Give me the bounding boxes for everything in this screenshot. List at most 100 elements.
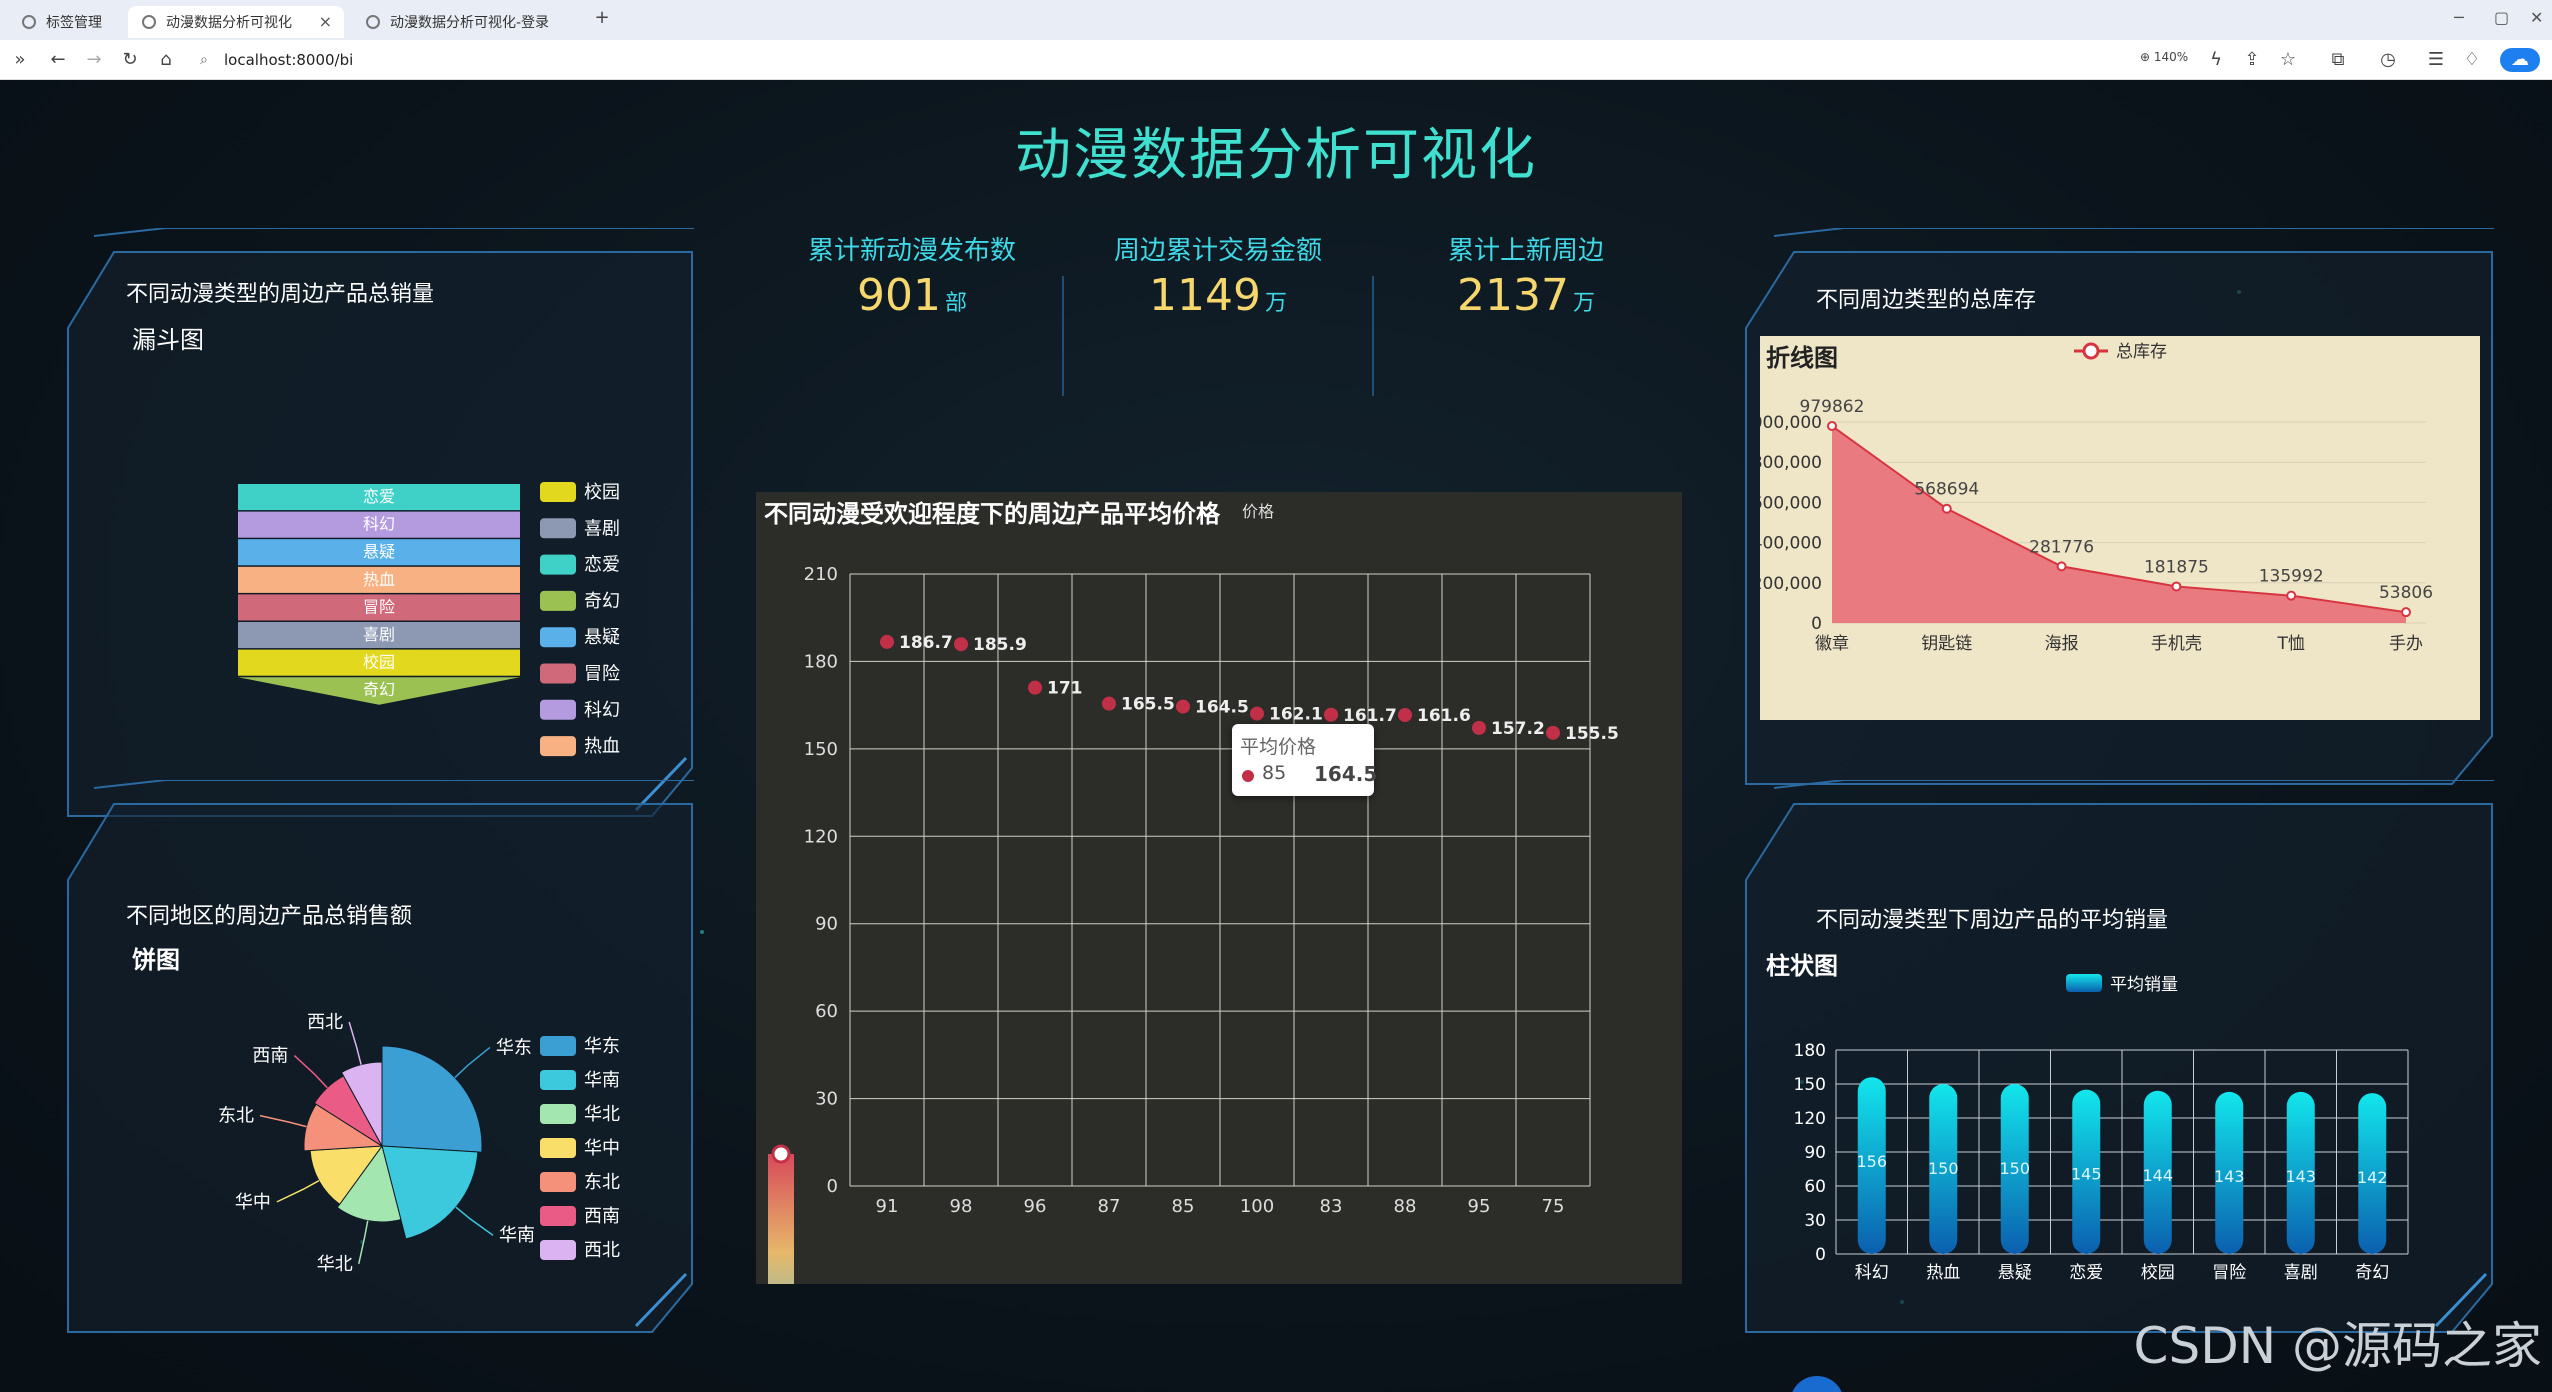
legend-swatch bbox=[2066, 974, 2102, 992]
pie-label: 华东 bbox=[496, 1037, 532, 1058]
cloud-icon[interactable]: ☁ bbox=[2500, 48, 2540, 72]
data-label: 145 bbox=[2071, 1165, 2102, 1184]
reload-button[interactable]: ↻ bbox=[118, 48, 142, 72]
scatter-point bbox=[1102, 696, 1116, 711]
data-label: 53806 bbox=[2379, 583, 2433, 603]
kpi-value: 2137 万 bbox=[1376, 270, 1676, 321]
legend-swatch bbox=[540, 1036, 576, 1056]
home-button[interactable]: ⌂ bbox=[154, 48, 178, 72]
legend-swatch bbox=[540, 699, 576, 720]
data-label: 164.5 bbox=[1195, 698, 1249, 718]
dashboard: 动漫数据分析可视化 累计新动漫发布数 901 部 周边累计交易金额 1149 万 累… bbox=[0, 80, 2552, 1392]
line-chart: 0200,000400,000600,000800,000000,0009798… bbox=[1760, 342, 2433, 654]
pie-leader-line bbox=[454, 1046, 491, 1079]
funnel-label: 恋爱 bbox=[363, 487, 395, 506]
legend-swatch bbox=[540, 1104, 576, 1124]
minimize-button[interactable]: ─ bbox=[2454, 8, 2464, 27]
sidebar-toggle-icon[interactable]: » bbox=[8, 48, 32, 72]
page-title: 动漫数据分析可视化 bbox=[1015, 123, 1537, 188]
y-tick-label: 60 bbox=[1804, 1177, 1826, 1197]
menu-icon[interactable]: ☰ bbox=[2424, 48, 2448, 72]
history-icon[interactable]: ◷ bbox=[2376, 48, 2400, 72]
tooltip: 平均价格 85 164.5 bbox=[1232, 724, 1377, 796]
legend-label: 校园 bbox=[584, 482, 620, 503]
y-tick-label: 30 bbox=[815, 1089, 838, 1110]
line-point bbox=[2171, 581, 2182, 592]
x-tick-label: 校园 bbox=[2141, 1263, 2175, 1283]
kpi-unit: 万 bbox=[1572, 291, 1595, 316]
legend-label: 悬疑 bbox=[584, 627, 620, 648]
funnel-label: 喜剧 bbox=[363, 625, 395, 644]
floating-button[interactable] bbox=[1790, 1376, 1844, 1392]
pie-chart: 华东华南华北华中东北西南西北华东华南华北华中东北西南西北 bbox=[218, 1012, 620, 1275]
legend-swatch bbox=[540, 1138, 576, 1158]
back-button[interactable]: ← bbox=[46, 48, 70, 72]
star-dot bbox=[700, 930, 704, 934]
data-label: 143 bbox=[2214, 1167, 2245, 1186]
data-label: 568694 bbox=[1914, 480, 1979, 500]
share-icon[interactable]: ⇪ bbox=[2240, 48, 2264, 72]
address-bar[interactable]: ⌕ localhost:8000/bi bbox=[190, 46, 2090, 74]
legend-marker bbox=[2082, 342, 2100, 360]
new-tab-button[interactable]: + bbox=[590, 6, 614, 30]
scatter-point bbox=[1176, 699, 1190, 714]
zoom-level: 140% bbox=[2153, 50, 2189, 64]
legend-swatch bbox=[540, 1206, 576, 1226]
legend-swatch bbox=[540, 590, 576, 611]
line-point bbox=[2286, 590, 2297, 601]
data-label: 979862 bbox=[1800, 397, 1865, 417]
pie-leader-line bbox=[293, 1055, 328, 1089]
legend-label: 华中 bbox=[584, 1138, 620, 1159]
tab-login[interactable]: 动漫数据分析可视化-登录 bbox=[352, 6, 568, 38]
forward-button[interactable]: → bbox=[82, 48, 106, 72]
scatter-chart: 0 30 60 90 120 150 180 210 91 186.7 98 185.9 96 171 87… bbox=[768, 564, 1619, 1284]
x-tick-label: 75 bbox=[1542, 1196, 1565, 1217]
pie-slice bbox=[381, 1045, 483, 1153]
zoom-indicator[interactable]: ⊕ 140% bbox=[2140, 50, 2188, 64]
kpi-unit: 部 bbox=[944, 291, 967, 316]
x-tick-label: 悬疑 bbox=[1998, 1263, 2032, 1283]
scatter-point bbox=[1398, 708, 1412, 723]
tooltip-title: 平均价格 bbox=[1240, 736, 1317, 758]
legend-label: 华南 bbox=[584, 1070, 620, 1091]
legend-swatch bbox=[540, 518, 576, 539]
area-fill bbox=[1832, 426, 2406, 623]
line-point bbox=[2401, 607, 2411, 618]
pie-slice bbox=[381, 1145, 479, 1240]
legend-swatch bbox=[540, 482, 576, 502]
x-tick-label: 冒险 bbox=[2212, 1263, 2246, 1283]
legend-label: 西北 bbox=[584, 1240, 620, 1261]
scatter-point bbox=[1472, 720, 1486, 735]
close-icon[interactable]: × bbox=[319, 12, 332, 31]
y-tick-label: 180 bbox=[1794, 1041, 1826, 1061]
y-tick-label: 150 bbox=[1794, 1075, 1826, 1095]
bookmark-icon bbox=[22, 15, 36, 29]
bell-icon[interactable]: ♢ bbox=[2460, 48, 2484, 72]
bolt-icon[interactable]: ϟ bbox=[2204, 48, 2228, 72]
kpi-number: 901 bbox=[857, 270, 941, 321]
visual-map-slider bbox=[768, 1154, 794, 1284]
legend-label: 恋爱 bbox=[584, 554, 620, 576]
x-tick-label: 手机壳 bbox=[2151, 634, 2202, 654]
legend-swatch bbox=[540, 1172, 576, 1192]
pie-label: 华南 bbox=[499, 1225, 535, 1246]
kpi-label: 周边累计交易金额 bbox=[1113, 236, 1322, 266]
x-tick-label: 85 bbox=[1172, 1196, 1195, 1217]
tab-bookmarks-manager[interactable]: 标签管理 bbox=[8, 6, 128, 38]
legend-swatch bbox=[540, 554, 576, 575]
data-label: 157.2 bbox=[1491, 719, 1545, 739]
star-icon[interactable]: ☆ bbox=[2276, 48, 2300, 72]
scatter-panel: 不同动漫受欢迎程度下的周边产品平均价格 价格 0 30 60 90 120 150 180 2… bbox=[756, 492, 1682, 1284]
legend-swatch bbox=[540, 627, 576, 648]
close-window-button[interactable]: ✕ bbox=[2530, 8, 2543, 27]
legend-swatch bbox=[540, 1070, 576, 1090]
line-point bbox=[1827, 421, 1837, 432]
tab-dashboard[interactable]: 动漫数据分析可视化 × bbox=[128, 6, 344, 38]
x-tick-label: 83 bbox=[1320, 1196, 1343, 1217]
restore-button[interactable]: ▢ bbox=[2494, 8, 2509, 27]
browser-tab-bar: 标签管理 动漫数据分析可视化 × 动漫数据分析可视化-登录 + ─ ▢ ✕ bbox=[0, 0, 2552, 40]
x-tick-label: 喜剧 bbox=[2284, 1263, 2318, 1283]
tab-label: 动漫数据分析可视化 bbox=[166, 15, 292, 31]
extensions-icon[interactable]: ⧉ bbox=[2326, 48, 2350, 72]
legend-swatch bbox=[540, 1240, 576, 1260]
